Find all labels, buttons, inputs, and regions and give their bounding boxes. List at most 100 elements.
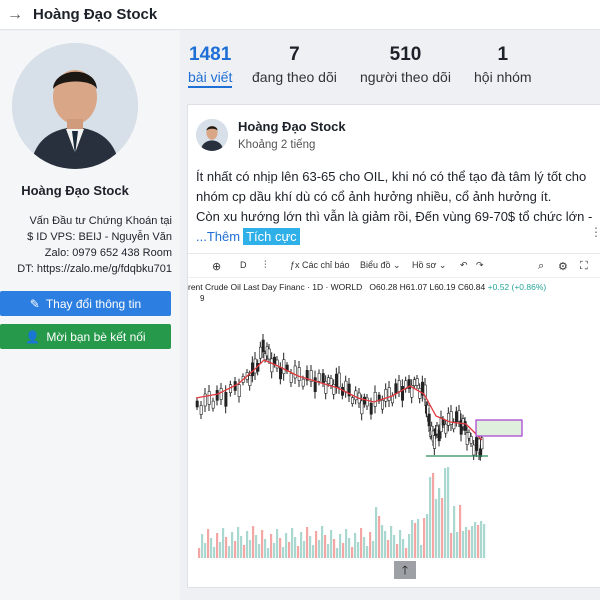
volume-bar — [249, 540, 252, 558]
stat-groups[interactable]: 1 hội nhóm — [474, 44, 532, 85]
volume-bar — [480, 521, 483, 558]
undo-icon[interactable]: ↶ — [460, 260, 468, 271]
stat-value: 7 — [289, 44, 300, 65]
candle-body — [418, 388, 422, 399]
volume-bar — [342, 543, 345, 558]
volume-bar — [339, 534, 342, 558]
volume-bar — [402, 539, 405, 558]
volume-bar — [237, 527, 240, 558]
volume-bar — [279, 538, 282, 558]
volume-bar — [393, 535, 396, 558]
candle-body — [475, 437, 479, 451]
see-more-link[interactable]: ...Thêm — [196, 229, 240, 244]
search-icon[interactable]: ⌕ — [538, 260, 544, 273]
volume-bar — [315, 531, 318, 558]
candle-body — [324, 381, 328, 394]
close-value: C60.84 — [457, 282, 486, 292]
high-value: H61.07 — [399, 282, 428, 292]
stat-following[interactable]: 7 đang theo dõi — [252, 44, 337, 85]
volume-bar — [444, 468, 447, 558]
volume-bar — [354, 533, 357, 558]
profile-button[interactable]: Hồ sơ ⌄ — [412, 260, 446, 271]
chart-legend: rent Crude Oil Last Day Financ · 1D · WO… — [188, 282, 546, 292]
gear-icon[interactable]: ⚙ — [558, 260, 568, 273]
candle-body — [394, 383, 398, 394]
stat-value: 1 — [497, 44, 509, 65]
candle-body — [397, 380, 401, 392]
change-value: +0.52 (+0.86%) — [487, 282, 547, 292]
candle-body — [469, 436, 473, 444]
top-bar: → Hoàng Đạo Stock — [0, 0, 600, 30]
stat-posts[interactable]: 1481 bài viết — [188, 44, 233, 88]
post-text-line: nhóm cp dầu khí dù có cổ ảnh hưởng nhiều… — [196, 189, 552, 204]
volume-bar — [270, 534, 273, 558]
volume-bar — [276, 529, 279, 558]
volume-bar — [399, 530, 402, 558]
candle-body — [321, 373, 325, 383]
volume-bar — [318, 540, 321, 558]
indicators-button[interactable]: ƒx Các chỉ báo — [290, 260, 350, 270]
candle-body — [415, 378, 419, 386]
arrow-up-icon[interactable]: 🡑 — [394, 561, 416, 579]
volume-bar — [471, 526, 474, 558]
volume-bar — [459, 505, 462, 558]
redo-icon[interactable]: ↷ — [476, 260, 484, 271]
chart-type-button[interactable]: Biểu đồ ⌄ — [360, 260, 401, 271]
volume-bar — [288, 542, 291, 558]
post-author-name[interactable]: Hoàng Đạo Stock — [238, 119, 346, 134]
fullscreen-icon[interactable]: ⛶ — [580, 260, 588, 273]
bar-type-icon[interactable]: ⫶ — [264, 260, 267, 271]
volume-bar — [429, 477, 432, 558]
candle-body — [237, 384, 241, 397]
candle-body — [457, 410, 461, 422]
candle-body — [317, 373, 321, 382]
volume-bar — [240, 536, 243, 558]
volume-bar — [234, 541, 237, 558]
candle-body — [337, 372, 341, 388]
low-value: L60.19 — [429, 282, 456, 292]
volume-bar — [414, 523, 417, 558]
volume-bar — [282, 547, 285, 558]
chart-canvas — [195, 334, 523, 558]
candle-body — [248, 375, 252, 386]
invite-friends-button[interactable]: 👤 Mời bạn bè kết nối — [0, 324, 171, 349]
arrow-left-icon[interactable]: → — [0, 6, 30, 24]
candle-body — [259, 346, 263, 359]
candle-body — [365, 397, 369, 407]
add-symbol-icon[interactable]: ⊕ — [212, 260, 221, 273]
interval-select[interactable]: D — [240, 260, 247, 270]
pencil-icon: ✎ — [29, 296, 40, 311]
more-icon[interactable]: ⋮ — [590, 225, 600, 239]
volume-bar — [351, 547, 354, 558]
bio-line[interactable]: DT: https://zalo.me/g/fdqbku701 — [0, 261, 172, 277]
avatar[interactable] — [12, 43, 138, 169]
candle-body — [373, 392, 377, 407]
volume-bar — [204, 543, 207, 558]
volume-bar — [294, 537, 297, 558]
volume-bar — [450, 533, 453, 558]
volume-bar — [441, 498, 444, 558]
post-author-avatar[interactable] — [196, 119, 228, 151]
volume-bar — [390, 526, 393, 558]
candle-body — [273, 356, 277, 365]
edit-profile-button[interactable]: ✎ Thay đổi thông tin — [0, 291, 171, 316]
candle-body — [327, 377, 331, 384]
volume-bar — [384, 531, 387, 558]
bio-line: Vấn Đầu tư Chứng Khoán tại — [29, 215, 172, 227]
candle-body — [219, 388, 223, 400]
volume-bar — [267, 548, 270, 558]
stat-label: hội nhóm — [474, 69, 532, 85]
post-text: Ít nhất có nhịp lên 63-65 cho OIL, khi n… — [196, 167, 600, 247]
volume-bar — [210, 538, 213, 558]
volume-bar — [291, 528, 294, 558]
volume-bar — [456, 532, 459, 558]
volume-bar — [312, 545, 315, 558]
volume-bar — [309, 536, 312, 558]
candle-body — [313, 377, 317, 392]
volume-bar — [369, 532, 372, 558]
volume-bar — [474, 522, 477, 558]
candle-body — [289, 373, 293, 383]
stat-followers[interactable]: 510 người theo dõi — [360, 44, 451, 85]
volume-bar — [408, 534, 411, 558]
candle-body — [293, 365, 297, 379]
